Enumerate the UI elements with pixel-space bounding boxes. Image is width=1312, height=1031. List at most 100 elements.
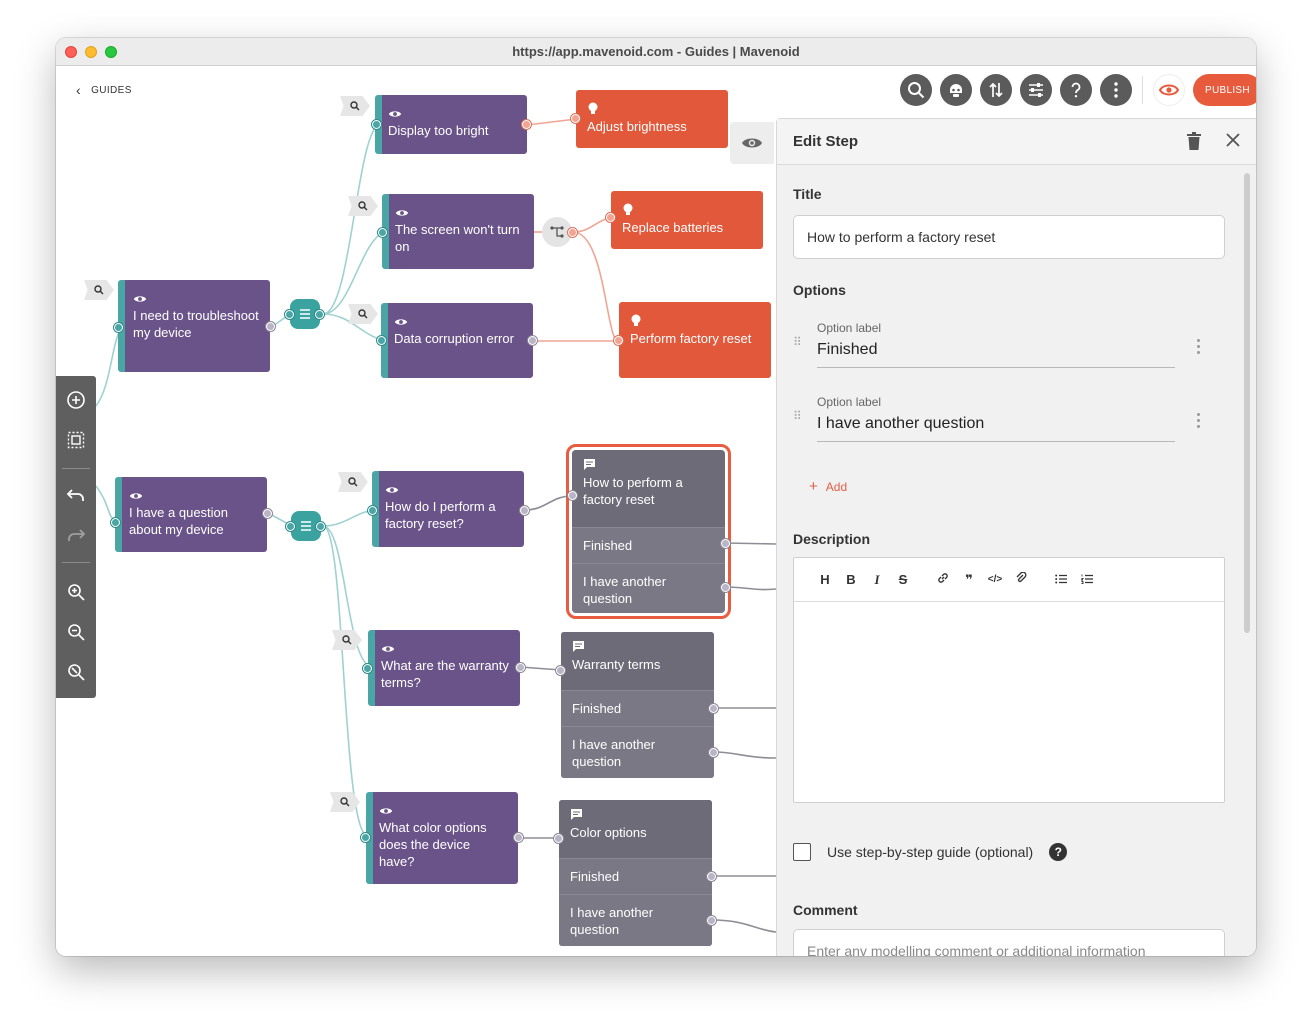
assistant-button[interactable] bbox=[940, 74, 972, 106]
input-port[interactable] bbox=[111, 518, 120, 527]
italic-icon[interactable]: I bbox=[864, 572, 890, 588]
input-port[interactable] bbox=[571, 114, 580, 123]
question-node-screen-wont-turn-on[interactable]: The screen won't turn on bbox=[382, 194, 534, 269]
step-guide-checkbox[interactable] bbox=[793, 843, 811, 861]
flow-canvas[interactable]: ‹ GUIDES Display too bright The screen w… bbox=[56, 66, 1256, 956]
add-node-button[interactable] bbox=[64, 388, 88, 412]
heading-icon[interactable]: H bbox=[812, 572, 838, 587]
description-editor[interactable]: H B I S ❞ </> bbox=[793, 557, 1225, 803]
message-option[interactable]: Finished bbox=[559, 858, 712, 894]
preview-button[interactable] bbox=[1153, 74, 1185, 106]
code-icon[interactable]: </> bbox=[982, 574, 1008, 585]
input-port[interactable] bbox=[361, 833, 370, 842]
output-port[interactable] bbox=[263, 509, 272, 518]
option-input[interactable]: I have another question bbox=[817, 415, 984, 433]
numbered-list-icon[interactable] bbox=[1074, 572, 1100, 587]
input-port[interactable] bbox=[363, 664, 372, 673]
output-port[interactable] bbox=[522, 120, 531, 129]
message-node-color-options[interactable]: Color options Finished I have another qu… bbox=[559, 800, 712, 946]
question-node-warranty[interactable]: What are the warranty terms? bbox=[368, 630, 520, 706]
title-input[interactable]: How to perform a factory reset bbox=[793, 215, 1225, 259]
input-port[interactable] bbox=[568, 491, 577, 500]
output-port[interactable] bbox=[516, 663, 525, 672]
hub-port[interactable] bbox=[286, 522, 295, 531]
input-port[interactable] bbox=[556, 666, 565, 675]
message-option[interactable]: I have another question bbox=[561, 726, 714, 778]
hub-port[interactable] bbox=[315, 310, 324, 319]
message-option[interactable]: I have another question bbox=[559, 894, 712, 946]
question-node-have-question[interactable]: I have a question about my device bbox=[115, 477, 267, 552]
publish-button[interactable]: PUBLISH bbox=[1193, 74, 1256, 106]
panel-scrollbar[interactable] bbox=[1244, 173, 1250, 633]
option-label-caption: Option label bbox=[817, 321, 882, 335]
hub-port[interactable] bbox=[316, 522, 325, 531]
output-port[interactable] bbox=[721, 583, 730, 592]
hub-port[interactable] bbox=[285, 310, 294, 319]
input-port[interactable] bbox=[372, 120, 381, 129]
output-port[interactable] bbox=[520, 506, 529, 515]
solution-node-adjust-brightness[interactable]: Adjust brightness bbox=[576, 90, 728, 148]
quote-icon[interactable]: ❞ bbox=[956, 572, 982, 588]
eye-icon bbox=[379, 808, 393, 814]
message-node-warranty[interactable]: Warranty terms Finished I have another q… bbox=[561, 632, 714, 778]
input-port[interactable] bbox=[614, 336, 623, 345]
link-icon[interactable] bbox=[930, 572, 956, 587]
question-node-display-bright[interactable]: Display too bright bbox=[375, 95, 527, 154]
question-node-color-options[interactable]: What color options does the device have? bbox=[366, 792, 518, 884]
output-port[interactable] bbox=[528, 336, 537, 345]
close-panel-button[interactable] bbox=[1225, 132, 1241, 153]
input-port[interactable] bbox=[114, 323, 123, 332]
back-to-guides-link[interactable]: ‹ GUIDES bbox=[76, 82, 132, 98]
output-port[interactable] bbox=[266, 322, 275, 331]
strikethrough-icon[interactable]: S bbox=[890, 572, 916, 587]
question-node-data-corruption[interactable]: Data corruption error bbox=[381, 303, 533, 378]
bullet-list-icon[interactable] bbox=[1048, 572, 1074, 587]
output-port[interactable] bbox=[721, 539, 730, 548]
add-option-button[interactable]: + Add bbox=[809, 478, 847, 495]
zoom-out-button[interactable] bbox=[64, 620, 88, 644]
solution-node-replace-batteries[interactable]: Replace batteries bbox=[611, 191, 763, 249]
question-node-factory-reset[interactable]: How do I perform a factory reset? bbox=[372, 471, 524, 547]
attachment-icon[interactable] bbox=[1008, 571, 1034, 587]
node-label: Replace batteries bbox=[622, 220, 724, 235]
message-option[interactable]: Finished bbox=[561, 690, 714, 726]
question-node-troubleshoot[interactable]: I need to troubleshoot my device bbox=[118, 280, 270, 372]
bold-icon[interactable]: B bbox=[838, 572, 864, 587]
node-label: What are the warranty terms? bbox=[381, 658, 509, 690]
help-icon[interactable]: ? bbox=[1049, 843, 1068, 861]
zoom-fit-button[interactable] bbox=[64, 660, 88, 684]
solution-node-perform-factory-reset[interactable]: Perform factory reset bbox=[619, 302, 771, 378]
output-port[interactable] bbox=[707, 872, 716, 881]
more-menu-button[interactable] bbox=[1100, 74, 1132, 106]
output-port[interactable] bbox=[514, 833, 523, 842]
option-menu-button[interactable] bbox=[1197, 339, 1201, 357]
output-port[interactable] bbox=[709, 748, 718, 757]
drag-handle-icon[interactable]: ⠿ bbox=[793, 336, 802, 348]
help-button[interactable] bbox=[1060, 74, 1092, 106]
message-option[interactable]: I have another question bbox=[572, 563, 725, 613]
select-area-button[interactable] bbox=[64, 428, 88, 452]
delete-step-button[interactable] bbox=[1187, 132, 1201, 155]
option-menu-button[interactable] bbox=[1197, 413, 1201, 431]
sort-button[interactable] bbox=[980, 74, 1012, 106]
output-port[interactable] bbox=[707, 916, 716, 925]
input-port[interactable] bbox=[377, 336, 386, 345]
input-port[interactable] bbox=[554, 834, 563, 843]
search-button[interactable] bbox=[900, 74, 932, 106]
input-port[interactable] bbox=[606, 213, 615, 222]
toggle-panel-button[interactable] bbox=[730, 122, 774, 164]
input-port[interactable] bbox=[368, 506, 377, 515]
comment-input[interactable]: Enter any modelling comment or additiona… bbox=[793, 929, 1225, 956]
drag-handle-icon[interactable]: ⠿ bbox=[793, 410, 802, 422]
undo-button[interactable] bbox=[64, 484, 88, 508]
redo-button[interactable] bbox=[64, 524, 88, 548]
output-port[interactable] bbox=[709, 704, 718, 713]
options-label: Options bbox=[793, 282, 846, 298]
input-port[interactable] bbox=[378, 228, 387, 237]
message-option[interactable]: Finished bbox=[572, 527, 725, 563]
settings-button[interactable] bbox=[1020, 74, 1052, 106]
output-port[interactable] bbox=[568, 228, 577, 237]
message-node-factory-reset-selected[interactable]: How to perform a factory reset Finished … bbox=[566, 444, 731, 619]
zoom-in-button[interactable] bbox=[64, 580, 88, 604]
option-input[interactable]: Finished bbox=[817, 341, 877, 359]
